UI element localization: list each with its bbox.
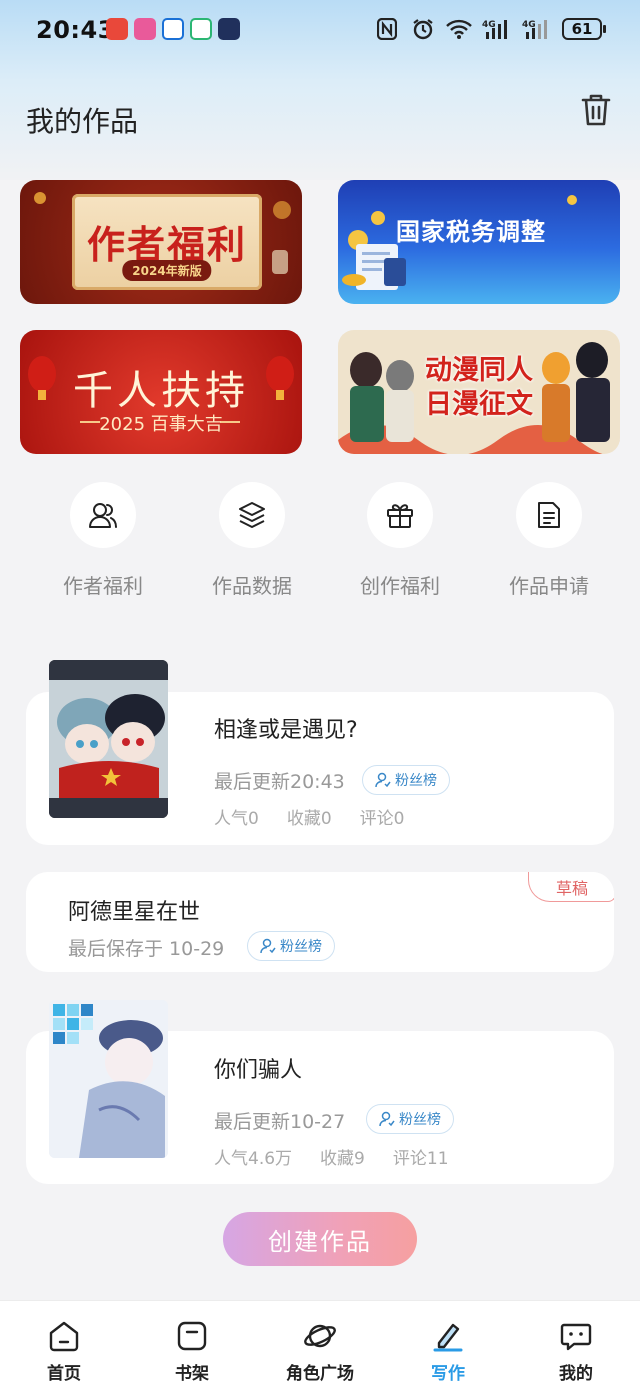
bottom-tab-bar: 首页 书架 角色广场 写作 我的: [0, 1300, 640, 1387]
user-icon: [375, 772, 391, 788]
work-updated: 最后更新10-27: [214, 1111, 346, 1133]
users-icon: [70, 482, 136, 548]
banner-tax-adjustment[interactable]: 国家税务调整: [338, 180, 620, 304]
fan-rank-label: 粉丝榜: [395, 773, 437, 789]
banner-anime-contest[interactable]: 动漫同人日漫征文: [338, 330, 620, 454]
chat-face-icon: [559, 1319, 593, 1353]
create-work-button[interactable]: 创建作品: [223, 1212, 417, 1266]
app-notification-icon: [106, 18, 128, 40]
status-bar: 20:43 4G 4G 61: [0, 0, 640, 62]
tab-writing[interactable]: 写作: [384, 1301, 512, 1387]
battery-indicator: 61: [562, 18, 606, 40]
work-title[interactable]: 你们骗人: [214, 1052, 302, 1084]
app-notification-icon: [134, 18, 156, 40]
tab-label: 书架: [175, 1364, 209, 1384]
fan-rank-label: 粉丝榜: [280, 939, 322, 955]
work-popularity: 人气0: [214, 809, 259, 829]
anime-cover-icon: [49, 660, 168, 818]
gift-icon: [367, 482, 433, 548]
layers-icon: [219, 482, 285, 548]
banner-author-welfare[interactable]: 作者福利 2024年新版: [20, 180, 302, 304]
planet-icon: [303, 1319, 337, 1353]
tab-character-square[interactable]: 角色广场: [256, 1301, 384, 1387]
tab-mine[interactable]: 我的: [512, 1301, 640, 1387]
work-comments: 评论0: [359, 809, 405, 829]
quick-creation-welfare[interactable]: 创作福利: [335, 482, 465, 599]
work-stats: 人气4.6万 收藏9 评论11: [214, 1144, 449, 1169]
nfc-icon: [374, 16, 400, 42]
quick-label: 创作福利: [360, 574, 440, 598]
status-time: 20:43: [36, 16, 115, 44]
banner-tag: 2024年新版: [122, 260, 212, 281]
app-notification-icon: [162, 18, 184, 40]
quick-author-welfare[interactable]: 作者福利: [38, 482, 168, 599]
app-notification-icon: [218, 18, 240, 40]
draft-badge: 草稿: [528, 872, 614, 902]
signal-4g-icon: 4G: [522, 16, 552, 42]
work-title[interactable]: 阿德里星在世: [68, 894, 200, 926]
quick-label: 作品申请: [509, 574, 589, 598]
work-cover-image[interactable]: [49, 1000, 168, 1158]
fan-rank-button[interactable]: 粉丝榜: [247, 931, 335, 961]
tab-label: 我的: [559, 1364, 593, 1384]
banner-title: 千人扶持: [73, 368, 249, 414]
fan-rank-button[interactable]: 粉丝榜: [366, 1104, 454, 1134]
trash-icon[interactable]: [580, 92, 612, 128]
quick-label: 作品数据: [212, 574, 292, 598]
quick-label: 作者福利: [63, 574, 143, 598]
work-favorites: 收藏0: [286, 809, 332, 829]
home-icon: [47, 1319, 81, 1353]
work-cover-image[interactable]: [49, 660, 168, 818]
app-notification-icon: [190, 18, 212, 40]
banner-thousand-support[interactable]: 千人扶持 2025 百事大吉: [20, 330, 302, 454]
work-stats: 人气0 收藏0 评论0: [214, 804, 404, 829]
banner-title: 国家税务调整: [396, 218, 546, 246]
tab-label: 首页: [47, 1364, 81, 1384]
banner-title: 动漫同人日漫征文: [425, 355, 533, 420]
status-indicators: 4G 4G 61: [374, 16, 606, 42]
signal-4g-icon: 4G: [482, 16, 512, 42]
tab-home[interactable]: 首页: [0, 1301, 128, 1387]
status-app-icons: [106, 18, 240, 40]
quick-work-application[interactable]: 作品申请: [484, 482, 614, 599]
alarm-icon: [410, 16, 436, 42]
banner-subtitle: 2025 百事大吉: [99, 414, 223, 435]
work-title[interactable]: 相逢或是遇见?: [214, 712, 358, 744]
work-favorites: 收藏9: [320, 1149, 365, 1169]
work-comments: 评论11: [392, 1149, 449, 1169]
wifi-icon: [446, 16, 472, 42]
work-saved: 最后保存于 10-29: [68, 938, 225, 960]
pen-icon: [431, 1319, 465, 1353]
quick-work-data[interactable]: 作品数据: [187, 482, 317, 599]
fan-rank-button[interactable]: 粉丝榜: [362, 765, 450, 795]
work-popularity: 人气4.6万: [214, 1149, 293, 1169]
page-title: 我的作品: [26, 105, 139, 138]
user-icon: [379, 1111, 395, 1127]
anime-cover-icon: [49, 1000, 168, 1158]
bookshelf-icon: [175, 1319, 209, 1353]
tab-label: 角色广场: [286, 1364, 354, 1384]
document-icon: [516, 482, 582, 548]
tab-label: 写作: [431, 1364, 465, 1384]
tab-bookshelf[interactable]: 书架: [128, 1301, 256, 1387]
fan-rank-label: 粉丝榜: [399, 1112, 441, 1128]
banner-scroll: 作者福利 2024年新版: [72, 194, 262, 290]
user-icon: [260, 938, 276, 954]
work-updated: 最后更新20:43: [214, 771, 345, 793]
